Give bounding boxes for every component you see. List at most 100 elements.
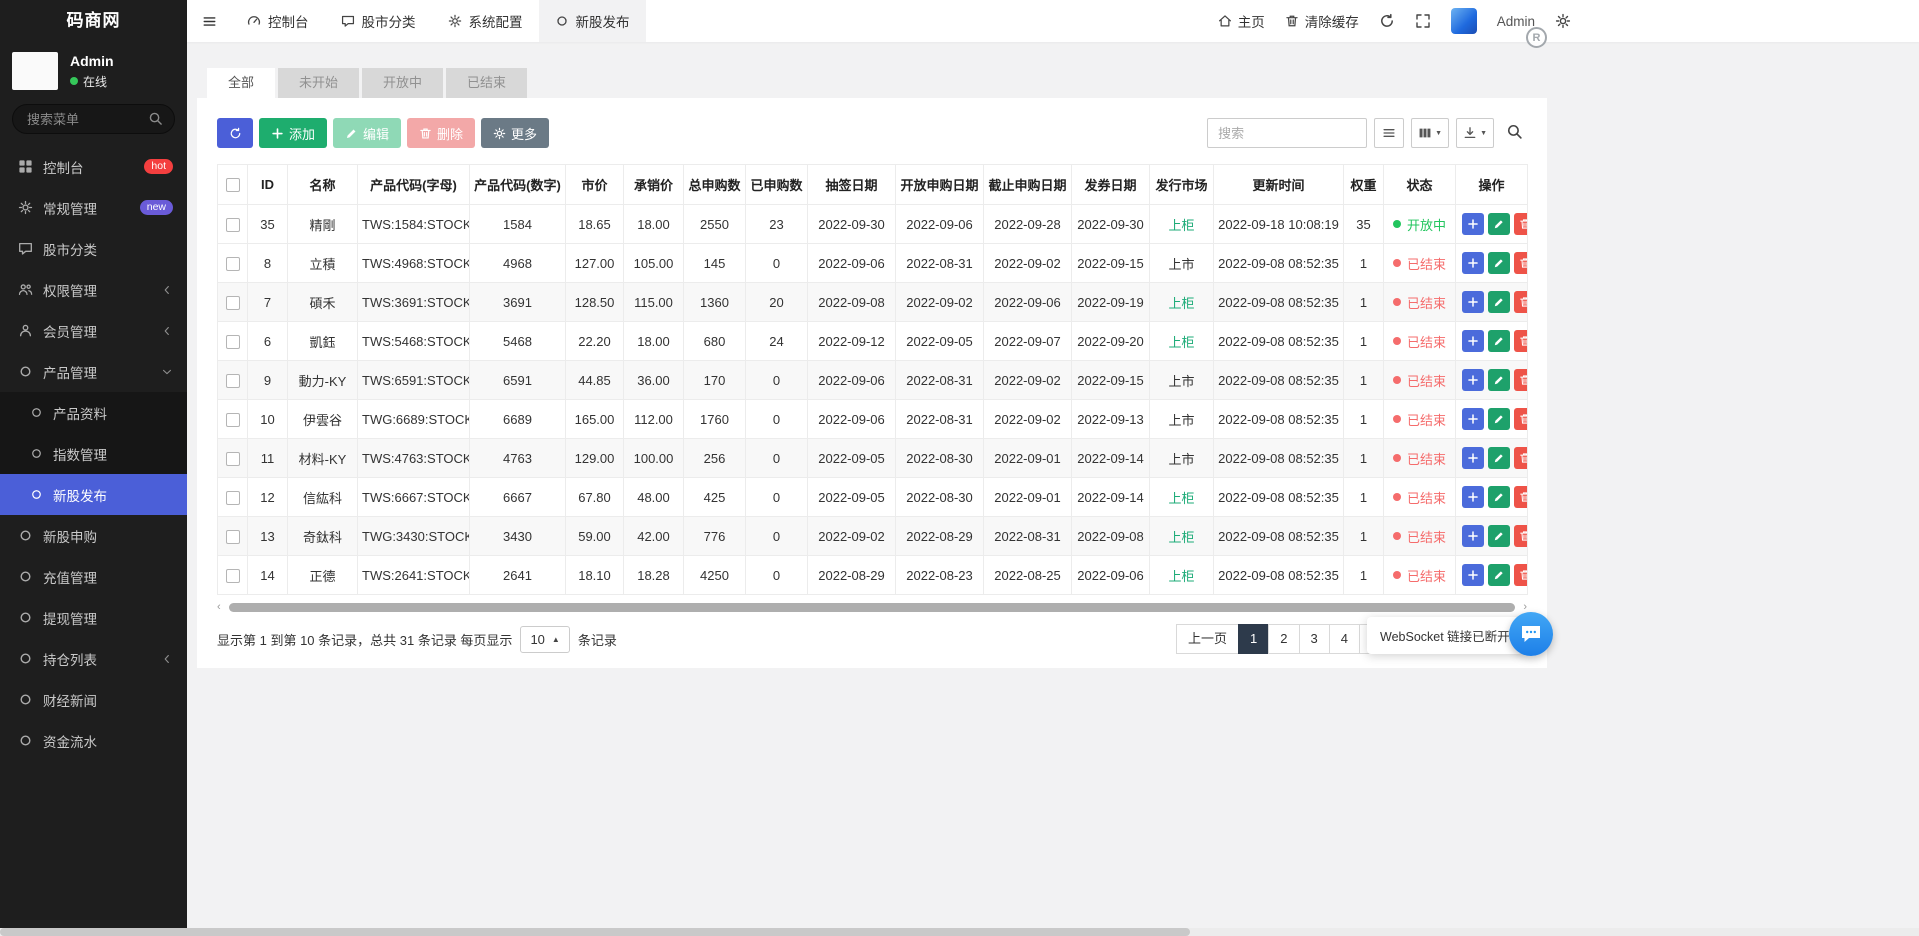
add-button[interactable]: 添加 <box>259 118 327 148</box>
advanced-search-button[interactable] <box>1501 120 1527 146</box>
market-link[interactable]: 上柜 <box>1168 218 1194 233</box>
delete-row-button[interactable] <box>1514 213 1528 235</box>
sidebar-item[interactable]: 控制台hot <box>0 146 187 187</box>
status-tab[interactable]: 已结束 <box>446 68 527 98</box>
prev-page-button[interactable]: 上一页 <box>1176 624 1239 654</box>
more-button[interactable]: 更多 <box>481 118 549 148</box>
home-link[interactable]: 主页 <box>1218 11 1265 31</box>
select-all-checkbox[interactable] <box>226 178 240 192</box>
delete-row-button[interactable] <box>1514 330 1528 352</box>
page-scrollbar[interactable] <box>0 928 1919 936</box>
edit-row-button[interactable] <box>1488 408 1510 430</box>
menu-toggle-button[interactable] <box>187 0 231 42</box>
edit-row-button[interactable] <box>1488 447 1510 469</box>
sidebar-item[interactable]: 财经新闻 <box>0 679 187 720</box>
refresh-page-button[interactable] <box>1379 13 1395 29</box>
expand-row-button[interactable] <box>1462 447 1484 469</box>
expand-row-button[interactable] <box>1462 291 1484 313</box>
row-checkbox[interactable] <box>226 569 240 583</box>
edit-row-button[interactable] <box>1488 369 1510 391</box>
edit-row-button[interactable] <box>1488 291 1510 313</box>
delete-row-button[interactable] <box>1514 447 1528 469</box>
sidebar-item[interactable]: 产品管理 <box>0 351 187 392</box>
navbar-item[interactable]: 系统配置 <box>432 0 539 42</box>
page-number-button[interactable]: 4 <box>1329 624 1360 654</box>
market-link[interactable]: 上柜 <box>1168 569 1194 584</box>
chat-widget-button[interactable] <box>1509 612 1553 656</box>
row-checkbox[interactable] <box>226 452 240 466</box>
expand-row-button[interactable] <box>1462 408 1484 430</box>
horizontal-scrollbar[interactable]: ‹ › <box>217 601 1527 614</box>
delete-row-button[interactable] <box>1514 291 1528 313</box>
status-tab[interactable]: 未开始 <box>278 68 359 98</box>
card-view-button[interactable] <box>1374 118 1404 148</box>
navbar-item[interactable]: 控制台 <box>231 0 325 42</box>
market-link[interactable]: 上柜 <box>1168 296 1194 311</box>
scrollbar-thumb[interactable] <box>229 603 1515 612</box>
expand-row-button[interactable] <box>1462 525 1484 547</box>
export-button[interactable]: ▼ <box>1456 118 1494 148</box>
expand-row-button[interactable] <box>1462 564 1484 586</box>
edit-row-button[interactable] <box>1488 252 1510 274</box>
settings-gear-button[interactable] <box>1555 13 1571 29</box>
row-checkbox[interactable] <box>226 296 240 310</box>
expand-row-button[interactable] <box>1462 330 1484 352</box>
market-link[interactable]: 上市 <box>1168 257 1194 272</box>
delete-row-button[interactable] <box>1514 369 1528 391</box>
sidebar-item[interactable]: 股市分类 <box>0 228 187 269</box>
delete-row-button[interactable] <box>1514 408 1528 430</box>
edit-button[interactable]: 编辑 <box>333 118 401 148</box>
row-checkbox[interactable] <box>226 257 240 271</box>
expand-row-button[interactable] <box>1462 369 1484 391</box>
navbar-item[interactable]: 股市分类 <box>325 0 432 42</box>
sidebar-item[interactable]: 会员管理 <box>0 310 187 351</box>
sidebar-item[interactable]: 常规管理new <box>0 187 187 228</box>
edit-row-button[interactable] <box>1488 213 1510 235</box>
sidebar-item[interactable]: 持仓列表 <box>0 638 187 679</box>
table-search-input[interactable] <box>1207 118 1367 148</box>
page-scrollbar-thumb[interactable] <box>0 928 1190 936</box>
navbar-item[interactable]: 新股发布 <box>539 0 646 42</box>
edit-row-button[interactable] <box>1488 486 1510 508</box>
delete-row-button[interactable] <box>1514 486 1528 508</box>
sidebar-item[interactable]: 新股申购 <box>0 515 187 556</box>
delete-row-button[interactable] <box>1514 525 1528 547</box>
clear-cache-link[interactable]: 清除缓存 <box>1285 11 1359 31</box>
market-link[interactable]: 上市 <box>1168 452 1194 467</box>
sidebar-item[interactable]: 提现管理 <box>0 597 187 638</box>
delete-button[interactable]: 删除 <box>407 118 475 148</box>
user-avatar[interactable] <box>12 52 58 90</box>
delete-row-button[interactable] <box>1514 252 1528 274</box>
sidebar-item[interactable]: 产品资料 <box>0 392 187 433</box>
sidebar-item[interactable]: 充值管理 <box>0 556 187 597</box>
fullscreen-button[interactable] <box>1415 13 1431 29</box>
edit-row-button[interactable] <box>1488 564 1510 586</box>
row-checkbox[interactable] <box>226 530 240 544</box>
expand-row-button[interactable] <box>1462 252 1484 274</box>
market-link[interactable]: 上柜 <box>1168 335 1194 350</box>
page-number-button[interactable]: 3 <box>1299 624 1330 654</box>
sidebar-item[interactable]: 新股发布 <box>0 474 187 515</box>
market-link[interactable]: 上市 <box>1168 374 1194 389</box>
market-link[interactable]: 上柜 <box>1168 491 1194 506</box>
market-link[interactable]: 上柜 <box>1168 530 1194 545</box>
status-tab[interactable]: 全部 <box>207 68 275 98</box>
navbar-avatar[interactable] <box>1451 8 1477 34</box>
sidebar-item[interactable]: 指数管理 <box>0 433 187 474</box>
refresh-table-button[interactable] <box>217 118 253 148</box>
market-link[interactable]: 上市 <box>1168 413 1194 428</box>
status-tab[interactable]: 开放中 <box>362 68 443 98</box>
row-checkbox[interactable] <box>226 335 240 349</box>
row-checkbox[interactable] <box>226 491 240 505</box>
expand-row-button[interactable] <box>1462 213 1484 235</box>
delete-row-button[interactable] <box>1514 564 1528 586</box>
navbar-username[interactable]: Admin <box>1497 14 1535 29</box>
scroll-left-arrow[interactable]: ‹ <box>217 601 221 614</box>
page-number-button[interactable]: 2 <box>1268 624 1299 654</box>
page-size-select[interactable]: 10 ▲ <box>520 626 569 653</box>
row-checkbox[interactable] <box>226 218 240 232</box>
page-number-button[interactable]: 1 <box>1238 624 1269 654</box>
expand-row-button[interactable] <box>1462 486 1484 508</box>
sidebar-item[interactable]: 权限管理 <box>0 269 187 310</box>
edit-row-button[interactable] <box>1488 525 1510 547</box>
